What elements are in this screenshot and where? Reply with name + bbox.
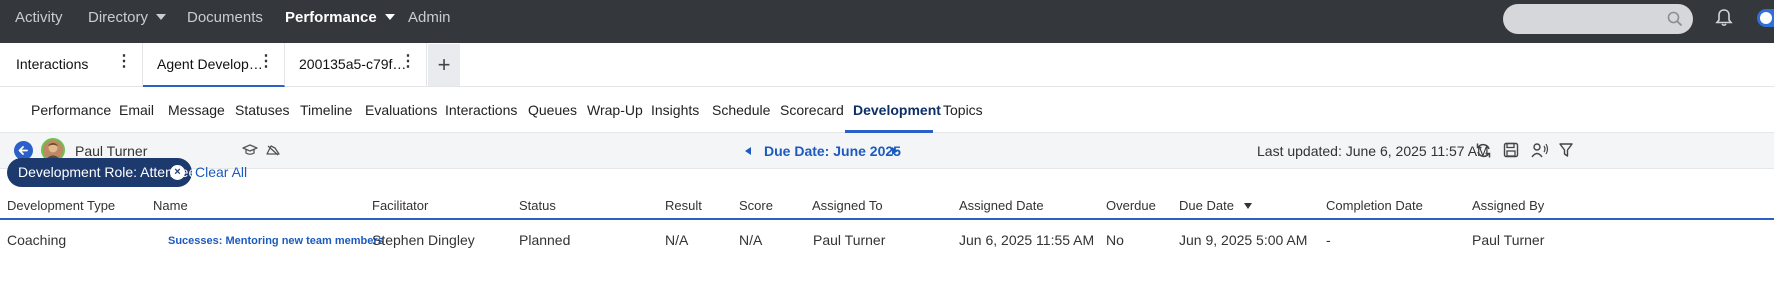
previous-month-icon[interactable]: [745, 147, 751, 155]
learning-icon[interactable]: [265, 142, 281, 158]
graduation-cap-icon[interactable]: [242, 142, 258, 158]
subtab-topics[interactable]: Topics: [943, 102, 983, 118]
more-vertical-icon[interactable]: ⋮: [116, 54, 132, 70]
nav-performance[interactable]: Performance: [285, 0, 395, 43]
column-header-due-date-label: Due Date: [1179, 198, 1234, 213]
subtab-queues[interactable]: Queues: [528, 102, 577, 118]
next-month-icon[interactable]: [892, 147, 898, 155]
subtab-timeline[interactable]: Timeline: [300, 102, 352, 118]
column-header-due-date[interactable]: Due Date: [1179, 198, 1252, 213]
chevron-down-icon: [384, 14, 395, 20]
subtab-wrap-up[interactable]: Wrap-Up: [587, 102, 643, 118]
more-vertical-icon[interactable]: ⋮: [400, 54, 416, 70]
table-row[interactable]: Coaching Sucesses: Mentoring new team me…: [0, 222, 1774, 259]
chevron-down-icon: [156, 14, 167, 20]
cell-development-type: Coaching: [7, 232, 67, 248]
toolbar: Paul Turner Due Date: June 2025 Last upd…: [0, 133, 1774, 169]
due-date-selector[interactable]: Due Date: June 2025: [764, 143, 901, 159]
sort-descending-icon: [1243, 203, 1252, 209]
subtab-email[interactable]: Email: [119, 102, 154, 118]
cell-overdue: No: [1106, 232, 1124, 248]
tab-agent-development[interactable]: Agent Develop… ⋮: [143, 43, 285, 87]
cell-due-date: Jun 9, 2025 5:00 AM: [1179, 232, 1308, 248]
clear-all-link[interactable]: Clear All: [195, 164, 247, 180]
tab-label: 200135a5-c79f…: [299, 56, 407, 72]
cell-assigned-by: Paul Turner: [1472, 232, 1545, 248]
column-header-assigned-by[interactable]: Assigned By: [1472, 198, 1544, 213]
cell-status: Planned: [519, 232, 571, 248]
column-header-assigned-date[interactable]: Assigned Date: [959, 198, 1044, 213]
bell-icon[interactable]: [1715, 8, 1733, 27]
column-header-completion-date[interactable]: Completion Date: [1326, 198, 1423, 213]
nav-directory[interactable]: Directory: [88, 0, 167, 43]
theme-toggle[interactable]: [1757, 9, 1774, 27]
column-header-score[interactable]: Score: [739, 198, 773, 213]
nav-directory-label: Directory: [88, 9, 149, 26]
cell-name-link[interactable]: Sucesses: Mentoring new team members: [168, 235, 384, 247]
cell-score: N/A: [739, 232, 763, 248]
column-header-result[interactable]: Result: [665, 198, 702, 213]
filter-icon[interactable]: [1559, 142, 1573, 158]
column-header-development-type[interactable]: Development Type: [7, 198, 115, 213]
workspace-tabs: Interactions ⋮ Agent Develop… ⋮ 200135a5…: [0, 43, 1774, 87]
column-header-assigned-to[interactable]: Assigned To: [812, 198, 883, 213]
refresh-icon[interactable]: [1475, 142, 1492, 159]
subtab-statuses[interactable]: Statuses: [235, 102, 289, 118]
performance-subtabs: Performance Email Message Statuses Timel…: [0, 87, 1774, 133]
tab-interactions[interactable]: Interactions ⋮: [0, 43, 143, 87]
more-vertical-icon[interactable]: ⋮: [258, 54, 274, 70]
column-header-status[interactable]: Status: [519, 198, 556, 213]
user-photo: [43, 140, 63, 160]
cell-assigned-date: Jun 6, 2025 11:55 AM: [959, 232, 1095, 248]
subtab-insights[interactable]: Insights: [651, 102, 699, 118]
subtab-performance[interactable]: Performance: [31, 102, 111, 118]
column-header-facilitator[interactable]: Facilitator: [372, 198, 428, 213]
nav-activity[interactable]: Activity: [15, 0, 63, 43]
cell-result: N/A: [665, 232, 689, 248]
subtab-scorecard[interactable]: Scorecard: [780, 102, 844, 118]
last-updated: Last updated: June 6, 2025 11:57 AM: [1257, 143, 1489, 159]
user-audio-icon[interactable]: [1531, 142, 1549, 158]
close-icon[interactable]: ×: [170, 165, 185, 180]
search-icon: [1667, 11, 1683, 27]
column-header-name[interactable]: Name: [153, 198, 188, 213]
cell-facilitator: Stephen Dingley: [372, 232, 475, 248]
top-nav: Activity Directory Documents Performance…: [0, 0, 1774, 43]
filter-chip-development-role[interactable]: Development Role: Attendee ×: [7, 158, 196, 187]
user-name: Paul Turner: [75, 143, 148, 159]
tab-label: Interactions: [16, 56, 89, 72]
nav-documents[interactable]: Documents: [187, 0, 263, 43]
save-icon[interactable]: [1503, 142, 1519, 158]
subtab-evaluations[interactable]: Evaluations: [365, 102, 437, 118]
subtab-interactions[interactable]: Interactions: [445, 102, 517, 118]
nav-performance-label: Performance: [285, 9, 377, 26]
cell-completion-date: -: [1326, 232, 1331, 248]
column-header-overdue[interactable]: Overdue: [1106, 198, 1156, 213]
search-input[interactable]: [1503, 4, 1693, 34]
add-tab-button[interactable]: +: [428, 44, 460, 86]
table-header: Development Type Name Facilitator Status…: [0, 194, 1774, 220]
tab-interaction-id[interactable]: 200135a5-c79f… ⋮: [285, 43, 427, 87]
subtab-schedule[interactable]: Schedule: [712, 102, 770, 118]
subtab-development[interactable]: Development: [853, 102, 941, 118]
nav-admin[interactable]: Admin: [408, 0, 451, 43]
subtab-message[interactable]: Message: [168, 102, 225, 118]
cell-assigned-to: Paul Turner: [813, 232, 886, 248]
tab-label: Agent Develop…: [157, 56, 263, 72]
